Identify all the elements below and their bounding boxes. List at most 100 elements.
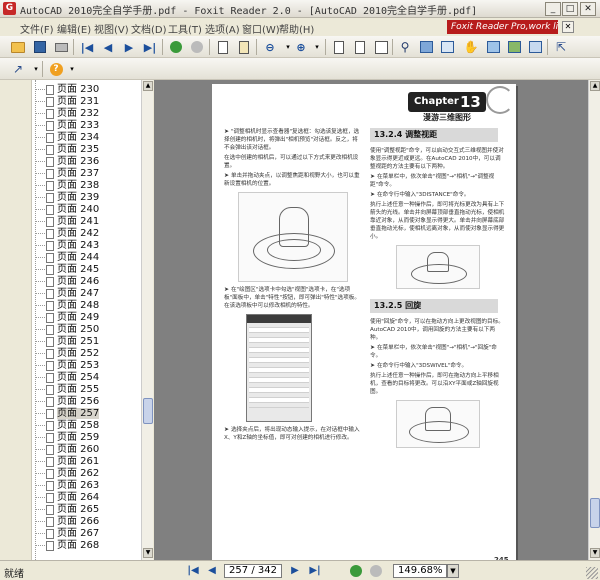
pro-banner[interactable]: Foxit Reader Pro,work like a pro! bbox=[447, 20, 558, 34]
first-page-icon[interactable]: |◀ bbox=[79, 39, 95, 55]
sidebar-page-item[interactable]: 页面 233 bbox=[33, 120, 141, 131]
zoom-in-icon[interactable]: ⊕ bbox=[293, 39, 309, 55]
sidebar-page-item[interactable]: 页面 253 bbox=[33, 360, 141, 371]
copy-icon[interactable] bbox=[215, 39, 231, 55]
minimize-button[interactable]: _ bbox=[545, 2, 561, 16]
paste-icon[interactable] bbox=[236, 39, 252, 55]
sidebar-page-item[interactable]: 页面 245 bbox=[33, 264, 141, 275]
single-page-icon[interactable] bbox=[331, 39, 347, 55]
sidebar-page-item[interactable]: 页面 252 bbox=[33, 348, 141, 359]
document-scrollbar[interactable]: ▲ ▼ bbox=[588, 80, 600, 560]
doc-scroll-down-icon[interactable]: ▼ bbox=[590, 548, 600, 558]
sidebar-page-item[interactable]: 页面 237 bbox=[33, 168, 141, 179]
sidebar-page-item[interactable]: 页面 262 bbox=[33, 468, 141, 479]
sidebar-page-item[interactable]: 页面 232 bbox=[33, 108, 141, 119]
menu-help[interactable]: 帮助(H) bbox=[279, 21, 314, 36]
sidebar-page-item[interactable]: 页面 263 bbox=[33, 480, 141, 491]
zoom-level-input[interactable]: 149.68% bbox=[393, 564, 447, 578]
binoculars-icon[interactable]: ⚲ bbox=[397, 39, 413, 55]
sidebar-page-item[interactable]: 页面 231 bbox=[33, 96, 141, 107]
status-back-icon[interactable] bbox=[350, 565, 362, 577]
menu-view[interactable]: 视图(V) bbox=[94, 21, 129, 36]
sidebar-page-item[interactable]: 页面 248 bbox=[33, 300, 141, 311]
sidebar-page-item[interactable]: 页面 255 bbox=[33, 384, 141, 395]
table-icon[interactable] bbox=[439, 39, 455, 55]
sidebar-page-item[interactable]: 页面 265 bbox=[33, 504, 141, 515]
sidebar-scrollbar[interactable]: ▲ ▼ bbox=[141, 80, 153, 560]
sidebar-page-item[interactable]: 页面 240 bbox=[33, 204, 141, 215]
next-page-icon[interactable]: ▶ bbox=[121, 39, 137, 55]
sidebar-page-item[interactable]: 页面 242 bbox=[33, 228, 141, 239]
scroll-down-icon[interactable]: ▼ bbox=[143, 548, 153, 558]
continuous-icon[interactable] bbox=[352, 39, 368, 55]
foxit-app-icon[interactable]: G bbox=[3, 2, 16, 15]
status-first-page-icon[interactable]: |◀ bbox=[186, 564, 200, 578]
sidebar-page-item[interactable]: 页面 264 bbox=[33, 492, 141, 503]
text-view-icon[interactable] bbox=[418, 39, 434, 55]
sidebar-page-item[interactable]: 页面 249 bbox=[33, 312, 141, 323]
scroll-up-icon[interactable]: ▲ bbox=[143, 81, 153, 91]
menu-document[interactable]: 文档(D) bbox=[131, 21, 167, 36]
sidebar-page-item[interactable]: 页面 259 bbox=[33, 432, 141, 443]
facing-icon[interactable] bbox=[373, 39, 389, 55]
document-view[interactable]: Chapter 13 漫游三维图形 "调整相机时显示查看器"复选框：勾选该复选框… bbox=[154, 80, 588, 560]
sidebar-page-item[interactable]: 页面 235 bbox=[33, 144, 141, 155]
sidebar-scroll-thumb[interactable] bbox=[143, 398, 153, 424]
resize-grip-icon[interactable] bbox=[586, 567, 598, 579]
menu-tools[interactable]: 工具(T) bbox=[168, 21, 202, 36]
sidebar-page-item[interactable]: 页面 254 bbox=[33, 372, 141, 383]
doc-scroll-up-icon[interactable]: ▲ bbox=[590, 81, 600, 91]
status-next-page-icon[interactable]: ▶ bbox=[288, 564, 302, 578]
menu-window[interactable]: 窗口(W) bbox=[242, 21, 280, 36]
sidebar-page-item[interactable]: 页面 230 bbox=[33, 84, 141, 95]
document-scroll-thumb[interactable] bbox=[590, 498, 600, 528]
status-last-page-icon[interactable]: ▶| bbox=[308, 564, 322, 578]
help-icon[interactable]: ? bbox=[48, 61, 64, 77]
sidebar-page-item[interactable]: 页面 246 bbox=[33, 276, 141, 287]
save-icon[interactable] bbox=[32, 39, 48, 55]
print-icon[interactable] bbox=[53, 39, 69, 55]
open-icon[interactable] bbox=[10, 39, 26, 55]
previous-page-icon[interactable]: ◀ bbox=[100, 39, 116, 55]
sidebar-page-item[interactable]: 页面 257 bbox=[33, 408, 141, 419]
sidebar-page-item[interactable]: 页面 236 bbox=[33, 156, 141, 167]
menu-options[interactable]: 选项(A) bbox=[205, 21, 240, 36]
close-button[interactable]: ✕ bbox=[580, 2, 596, 16]
sidebar-page-item[interactable]: 页面 241 bbox=[33, 216, 141, 227]
menu-edit[interactable]: 编辑(E) bbox=[57, 21, 91, 36]
page-number-input[interactable]: 257 / 342 bbox=[224, 564, 282, 578]
zoom-dropdown-icon[interactable]: ▼ bbox=[447, 564, 459, 578]
sidebar-page-item[interactable]: 页面 244 bbox=[33, 252, 141, 263]
sidebar-page-item[interactable]: 页面 243 bbox=[33, 240, 141, 251]
select-arrow-icon[interactable]: ↗ bbox=[10, 61, 26, 77]
status-forward-icon[interactable] bbox=[370, 565, 382, 577]
menu-file[interactable]: 文件(F) bbox=[20, 21, 54, 36]
snapshot-icon[interactable] bbox=[485, 39, 501, 55]
sidebar-page-item[interactable]: 页面 260 bbox=[33, 444, 141, 455]
hand-tool-icon[interactable]: ✋ bbox=[463, 39, 479, 55]
zoom-in-chevron-icon[interactable]: ▾ bbox=[309, 39, 325, 55]
sidebar-page-item[interactable]: 页面 268 bbox=[33, 540, 141, 551]
sidebar-page-item[interactable]: 页面 234 bbox=[33, 132, 141, 143]
image-icon[interactable] bbox=[506, 39, 522, 55]
sidebar-page-item[interactable]: 页面 247 bbox=[33, 288, 141, 299]
grid-icon[interactable] bbox=[527, 39, 543, 55]
help-chevron-icon[interactable]: ▾ bbox=[64, 61, 80, 77]
go-back-icon[interactable] bbox=[168, 39, 184, 55]
last-page-icon[interactable]: ▶| bbox=[142, 39, 158, 55]
sidebar-page-item[interactable]: 页面 258 bbox=[33, 420, 141, 431]
sidebar-page-item[interactable]: 页面 250 bbox=[33, 324, 141, 335]
zoom-out-icon[interactable]: ⊖ bbox=[262, 39, 278, 55]
select-icon[interactable]: ⇱ bbox=[553, 39, 569, 55]
maximize-button[interactable]: □ bbox=[562, 2, 578, 16]
go-forward-icon[interactable] bbox=[189, 39, 205, 55]
sidebar-page-item[interactable]: 页面 267 bbox=[33, 528, 141, 539]
sidebar-page-item[interactable]: 页面 238 bbox=[33, 180, 141, 191]
sidebar-page-item[interactable]: 页面 266 bbox=[33, 516, 141, 527]
banner-close-button[interactable]: ✕ bbox=[562, 21, 574, 33]
status-prev-page-icon[interactable]: ◀ bbox=[205, 564, 219, 578]
sidebar-page-item[interactable]: 页面 251 bbox=[33, 336, 141, 347]
sidebar-page-item[interactable]: 页面 239 bbox=[33, 192, 141, 203]
sidebar-page-item[interactable]: 页面 261 bbox=[33, 456, 141, 467]
sidebar-page-item[interactable]: 页面 256 bbox=[33, 396, 141, 407]
